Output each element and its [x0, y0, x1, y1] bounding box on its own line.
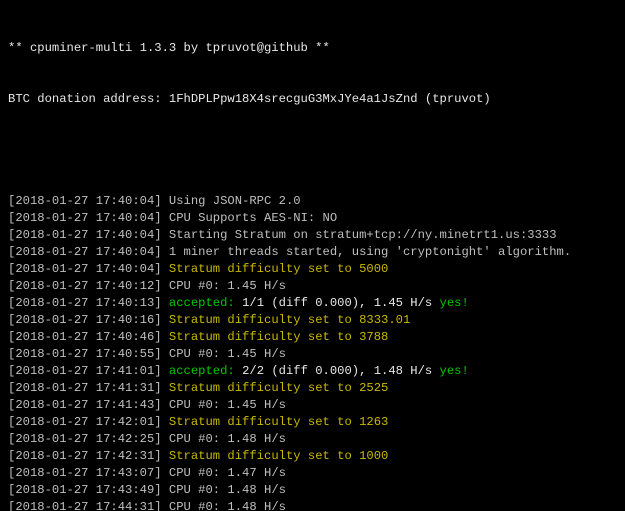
log-text: CPU #0: 1.48 H/s	[169, 432, 286, 446]
timestamp: [2018-01-27 17:43:49]	[8, 483, 162, 497]
accepted-label: accepted:	[169, 296, 242, 310]
timestamp: [2018-01-27 17:40:55]	[8, 347, 162, 361]
log-line: [2018-01-27 17:43:07] CPU #0: 1.47 H/s	[8, 465, 617, 482]
log-text: CPU #0: 1.45 H/s	[169, 347, 286, 361]
timestamp: [2018-01-27 17:40:16]	[8, 313, 162, 327]
accepted-stats: 2/2 (diff 0.000), 1.48 H/s	[242, 364, 439, 378]
log-text: Starting Stratum on stratum+tcp://ny.min…	[169, 228, 557, 242]
log-text: CPU #0: 1.48 H/s	[169, 500, 286, 511]
log-line: [2018-01-27 17:40:13] accepted: 1/1 (dif…	[8, 295, 617, 312]
log-line: [2018-01-27 17:40:04] CPU Supports AES-N…	[8, 210, 617, 227]
log-text: CPU #0: 1.48 H/s	[169, 483, 286, 497]
timestamp: [2018-01-27 17:41:43]	[8, 398, 162, 412]
log-line: [2018-01-27 17:40:04] Stratum difficulty…	[8, 261, 617, 278]
accepted-yes: yes!	[440, 296, 469, 310]
timestamp: [2018-01-27 17:40:13]	[8, 296, 162, 310]
accepted-yes: yes!	[440, 364, 469, 378]
timestamp: [2018-01-27 17:42:25]	[8, 432, 162, 446]
stratum-difficulty: Stratum difficulty set to 1263	[169, 415, 388, 429]
terminal-output: ** cpuminer-multi 1.3.3 by tpruvot@githu…	[0, 0, 625, 511]
log-text: CPU #0: 1.45 H/s	[169, 279, 286, 293]
stratum-difficulty: Stratum difficulty set to 2525	[169, 381, 388, 395]
log-line: [2018-01-27 17:41:01] accepted: 2/2 (dif…	[8, 363, 617, 380]
header-title: ** cpuminer-multi 1.3.3 by tpruvot@githu…	[8, 40, 617, 57]
log-line: [2018-01-27 17:40:12] CPU #0: 1.45 H/s	[8, 278, 617, 295]
stratum-difficulty: Stratum difficulty set to 1000	[169, 449, 388, 463]
timestamp: [2018-01-27 17:41:31]	[8, 381, 162, 395]
log-line: [2018-01-27 17:40:16] Stratum difficulty…	[8, 312, 617, 329]
timestamp: [2018-01-27 17:40:04]	[8, 262, 162, 276]
stratum-difficulty: Stratum difficulty set to 3788	[169, 330, 388, 344]
log-line: [2018-01-27 17:40:04] 1 miner threads st…	[8, 244, 617, 261]
timestamp: [2018-01-27 17:40:04]	[8, 228, 162, 242]
log-line: [2018-01-27 17:42:25] CPU #0: 1.48 H/s	[8, 431, 617, 448]
timestamp: [2018-01-27 17:44:31]	[8, 500, 162, 511]
log-text: CPU #0: 1.45 H/s	[169, 398, 286, 412]
timestamp: [2018-01-27 17:40:04]	[8, 245, 162, 259]
stratum-difficulty: Stratum difficulty set to 5000	[169, 262, 388, 276]
log-line: [2018-01-27 17:40:55] CPU #0: 1.45 H/s	[8, 346, 617, 363]
timestamp: [2018-01-27 17:40:04]	[8, 194, 162, 208]
log-line: [2018-01-27 17:41:31] Stratum difficulty…	[8, 380, 617, 397]
timestamp: [2018-01-27 17:40:12]	[8, 279, 162, 293]
stratum-difficulty: Stratum difficulty set to 8333.01	[169, 313, 410, 327]
accepted-label: accepted:	[169, 364, 242, 378]
blank-line	[8, 142, 617, 159]
log-text: CPU #0: 1.47 H/s	[169, 466, 286, 480]
log-line: [2018-01-27 17:44:31] CPU #0: 1.48 H/s	[8, 499, 617, 511]
accepted-stats: 1/1 (diff 0.000), 1.45 H/s	[242, 296, 439, 310]
log-text: 1 miner threads started, using 'cryptoni…	[169, 245, 571, 259]
log-line: [2018-01-27 17:42:31] Stratum difficulty…	[8, 448, 617, 465]
log-lines: [2018-01-27 17:40:04] Using JSON-RPC 2.0…	[8, 193, 617, 511]
log-line: [2018-01-27 17:40:04] Starting Stratum o…	[8, 227, 617, 244]
log-line: [2018-01-27 17:43:49] CPU #0: 1.48 H/s	[8, 482, 617, 499]
log-line: [2018-01-27 17:42:01] Stratum difficulty…	[8, 414, 617, 431]
header-donation: BTC donation address: 1FhDPLPpw18X4srecg…	[8, 91, 617, 108]
log-line: [2018-01-27 17:40:46] Stratum difficulty…	[8, 329, 617, 346]
log-line: [2018-01-27 17:41:43] CPU #0: 1.45 H/s	[8, 397, 617, 414]
timestamp: [2018-01-27 17:43:07]	[8, 466, 162, 480]
log-text: CPU Supports AES-NI: NO	[169, 211, 337, 225]
log-line: [2018-01-27 17:40:04] Using JSON-RPC 2.0	[8, 193, 617, 210]
timestamp: [2018-01-27 17:40:04]	[8, 211, 162, 225]
timestamp: [2018-01-27 17:42:31]	[8, 449, 162, 463]
timestamp: [2018-01-27 17:40:46]	[8, 330, 162, 344]
timestamp: [2018-01-27 17:42:01]	[8, 415, 162, 429]
timestamp: [2018-01-27 17:41:01]	[8, 364, 162, 378]
log-text: Using JSON-RPC 2.0	[169, 194, 301, 208]
